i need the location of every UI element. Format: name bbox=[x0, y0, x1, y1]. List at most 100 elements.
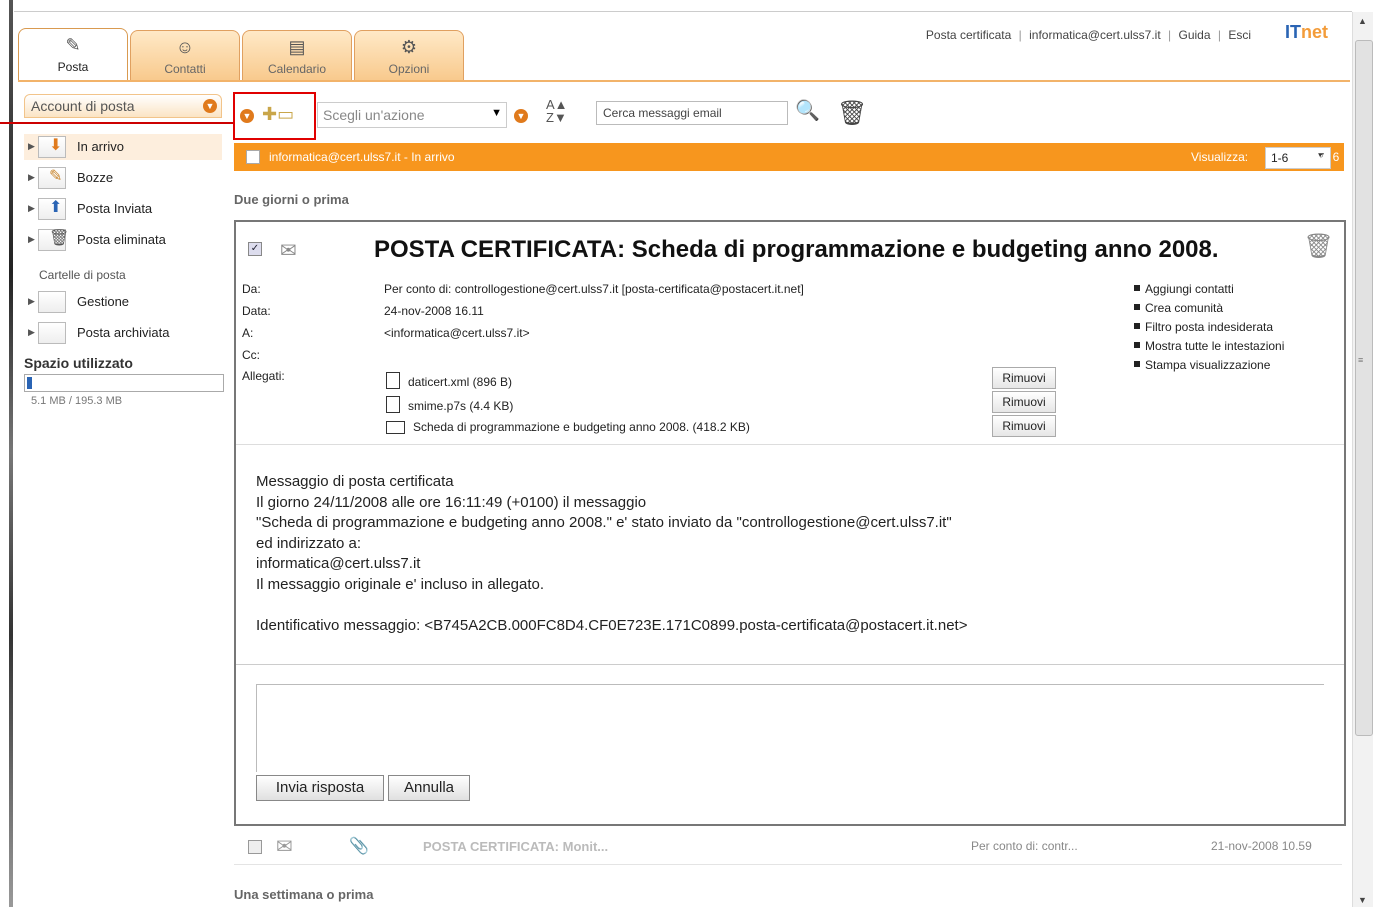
envelope-open-icon: ✉ bbox=[280, 240, 297, 262]
tab-opzioni[interactable]: ⚙ Opzioni bbox=[354, 30, 464, 81]
expand-icon[interactable]: ▶ bbox=[28, 327, 35, 338]
account-header[interactable]: Account di posta ▼ bbox=[24, 94, 222, 118]
space-usage-bar bbox=[24, 374, 224, 392]
trash-icon[interactable]: 🗑 bbox=[837, 99, 867, 128]
sidebar-item-archived[interactable]: ▶ Posta archiviata bbox=[28, 322, 218, 344]
user-email: informatica@cert.ulss7.it bbox=[1029, 28, 1161, 42]
tabbar-underline bbox=[18, 80, 1350, 82]
from-label: Da: bbox=[242, 282, 261, 296]
folder-header-bar: informatica@cert.ulss7.it - In arrivo Vi… bbox=[234, 143, 1344, 171]
expand-icon[interactable]: ▶ bbox=[28, 141, 35, 152]
sidebar-item-inbox[interactable]: ▶ ⬇ In arrivo bbox=[28, 136, 218, 158]
tab-contatti[interactable]: ☺ Contatti bbox=[130, 30, 240, 81]
reply-input[interactable] bbox=[257, 685, 1327, 775]
show-label: Visualizza: bbox=[1191, 150, 1249, 164]
show-headers-link[interactable]: Mostra tutte le intestazioni bbox=[1134, 339, 1284, 358]
new-message-icon[interactable]: ✚▭ bbox=[262, 104, 294, 125]
header-divider bbox=[236, 444, 1344, 445]
attachment-item[interactable]: Scheda di programmazione e budgeting ann… bbox=[386, 420, 750, 434]
window-left-edge bbox=[0, 0, 14, 907]
search-icon[interactable]: 🔍 bbox=[795, 98, 820, 123]
mail-pen-icon: ✎ bbox=[65, 35, 81, 55]
group-label-two-days: Due giorni o prima bbox=[234, 192, 349, 207]
sent-icon: ⬆ bbox=[38, 198, 66, 220]
top-nav: Posta certificata | informatica@cert.uls… bbox=[925, 28, 1251, 42]
tab-calendario[interactable]: ▤ Calendario bbox=[242, 30, 352, 81]
mail-folders-section-label: Cartelle di posta bbox=[39, 268, 126, 282]
callout-line bbox=[0, 122, 235, 124]
search-input[interactable] bbox=[596, 101, 788, 125]
account-type-label: Posta certificata bbox=[925, 28, 1012, 42]
calendar-icon: ▤ bbox=[288, 37, 306, 57]
print-view-link[interactable]: Stampa visualizzazione bbox=[1134, 358, 1284, 377]
guide-link[interactable]: Guida bbox=[1178, 28, 1210, 42]
remove-attachment-button[interactable]: Rimuovi bbox=[992, 367, 1056, 389]
envelope-open-icon: ✉ bbox=[276, 836, 293, 858]
scroll-up-icon[interactable]: ▲ bbox=[1358, 16, 1367, 26]
space-used-title: Spazio utilizzato bbox=[24, 355, 133, 371]
itnet-logo: ITnet bbox=[1285, 22, 1328, 42]
expand-icon[interactable]: ▶ bbox=[28, 234, 35, 245]
add-contacts-link[interactable]: Aggiungi contatti bbox=[1134, 282, 1284, 301]
attachments-label: Allegati: bbox=[242, 369, 285, 383]
message-checkbox[interactable] bbox=[248, 840, 262, 854]
vertical-scrollbar[interactable]: ▲ ≡ ▼ bbox=[1352, 12, 1373, 907]
expand-icon[interactable]: ▶ bbox=[28, 296, 35, 307]
window-top-edge bbox=[14, 11, 1352, 12]
message-subject: POSTA CERTIFICATA: Monit... bbox=[423, 839, 609, 854]
inbox-icon: ⬇ bbox=[38, 136, 66, 158]
message-sender: Per conto di: contr... bbox=[971, 839, 1078, 853]
tab-posta[interactable]: ✎ Posta bbox=[18, 28, 128, 81]
expand-icon[interactable]: ▶ bbox=[28, 172, 35, 183]
send-reply-button[interactable]: Invia risposta bbox=[256, 775, 384, 801]
sidebar-item-sent[interactable]: ▶ ⬆ Posta Inviata bbox=[28, 198, 218, 220]
cancel-reply-button[interactable]: Annulla bbox=[388, 775, 470, 801]
junk-filter-link[interactable]: Filtro posta indesiderata bbox=[1134, 320, 1284, 339]
chevron-down-icon[interactable]: ▼ bbox=[203, 99, 217, 113]
chevron-down-icon: ▼ bbox=[491, 107, 502, 119]
space-usage-text: 5.1 MB / 195.3 MB bbox=[31, 395, 123, 407]
attachment-item[interactable]: daticert.xml (896 B) bbox=[386, 372, 512, 389]
exit-link[interactable]: Esci bbox=[1228, 28, 1251, 42]
remove-attachment-button[interactable]: Rimuovi bbox=[992, 415, 1056, 437]
sidebar-item-deleted[interactable]: ▶ 🗑 Posta eliminata bbox=[28, 229, 218, 251]
apply-action-icon[interactable]: ▼ bbox=[514, 109, 528, 123]
message-date: 21-nov-2008 10.59 bbox=[1211, 839, 1312, 853]
chevron-down-icon[interactable]: ▼ bbox=[240, 109, 254, 123]
contacts-icon: ☺ bbox=[175, 37, 195, 57]
folder-path: informatica@cert.ulss7.it - In arrivo bbox=[269, 150, 455, 164]
create-community-link[interactable]: Crea comunità bbox=[1134, 301, 1284, 320]
body-divider bbox=[236, 664, 1344, 665]
message-actions-list: Aggiungi contatti Crea comunità Filtro p… bbox=[1134, 282, 1284, 377]
folder-icon bbox=[38, 291, 66, 313]
space-usage-fill bbox=[27, 377, 32, 389]
reply-textarea[interactable] bbox=[256, 684, 1327, 775]
sort-az-icon[interactable]: A▲ Z▼ bbox=[546, 98, 568, 124]
expand-icon[interactable]: ▶ bbox=[28, 203, 35, 214]
attachment-clip-icon: 📎 bbox=[349, 838, 369, 855]
date-label: Data: bbox=[242, 304, 271, 318]
message-body: Messaggio di posta certificata Il giorno… bbox=[256, 473, 968, 634]
message-checkbox[interactable]: ✓ bbox=[248, 242, 262, 256]
options-icon: ⚙ bbox=[400, 37, 418, 57]
message-row[interactable]: ✉ 📎 POSTA CERTIFICATA: Monit... Per cont… bbox=[234, 828, 1342, 865]
drafts-icon: ✎ bbox=[38, 167, 66, 189]
total-count: di 6 bbox=[1320, 150, 1340, 164]
file-icon bbox=[386, 396, 400, 413]
sidebar-item-gestione[interactable]: ▶ Gestione bbox=[28, 291, 218, 313]
cc-label: Cc: bbox=[242, 348, 260, 362]
select-all-checkbox[interactable] bbox=[246, 150, 260, 164]
remove-attachment-button[interactable]: Rimuovi bbox=[992, 391, 1056, 413]
to-value: <informatica@cert.ulss7.it> bbox=[384, 326, 530, 340]
trash-icon: 🗑 bbox=[38, 229, 69, 251]
folder-icon bbox=[38, 322, 66, 344]
action-select[interactable]: Scegli un'azione ▼ bbox=[317, 102, 507, 128]
search-field[interactable] bbox=[601, 105, 785, 121]
scrollbar-thumb[interactable] bbox=[1355, 40, 1373, 736]
scroll-down-icon[interactable]: ▼ bbox=[1358, 895, 1367, 905]
sidebar-item-drafts[interactable]: ▶ ✎ Bozze bbox=[28, 167, 218, 189]
attachment-item[interactable]: smime.p7s (4.4 KB) bbox=[386, 396, 513, 413]
group-label-one-week: Una settimana o prima bbox=[234, 887, 374, 902]
delete-message-icon[interactable]: 🗑 bbox=[1304, 232, 1334, 261]
date-value: 24-nov-2008 16.11 bbox=[384, 304, 484, 318]
